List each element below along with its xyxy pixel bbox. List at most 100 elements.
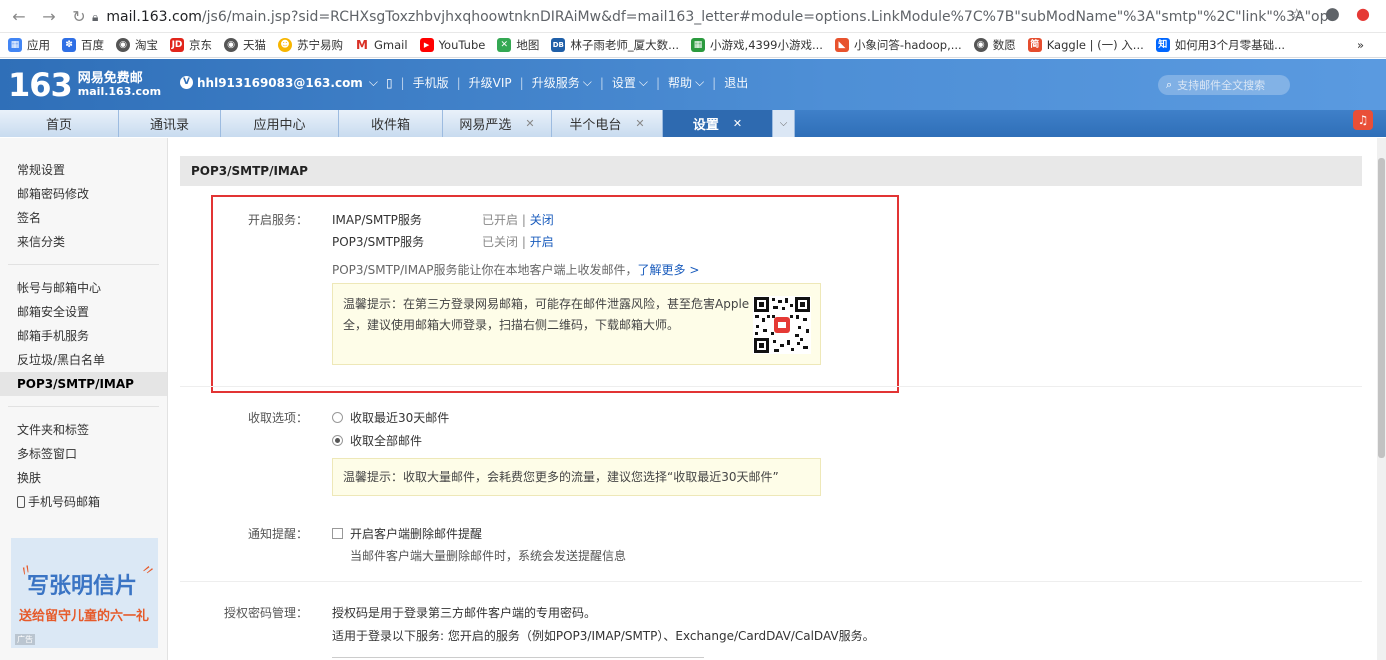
map-icon: ✕ (497, 38, 512, 52)
baidu-icon: ✽ (62, 38, 76, 52)
back-icon[interactable]: ← (8, 5, 30, 27)
pop3-service-state: 已关闭 | 开启 (482, 235, 554, 249)
jd-icon: JD (170, 38, 184, 52)
scrollbar[interactable] (1377, 138, 1386, 660)
tab-yanxuan[interactable]: 网易严选 ✕ (443, 110, 552, 137)
link-logout[interactable]: 退出 (724, 74, 748, 91)
imap-status: 已开启 (482, 213, 519, 227)
imap-service-name: IMAP/SMTP服务 (332, 213, 422, 227)
bookmark-taobao[interactable]: ◉ 淘宝 (116, 37, 158, 53)
youtube-icon: ▶ (419, 38, 434, 52)
music-icon[interactable]: ♫ (1353, 110, 1373, 130)
bookmark-tmall[interactable]: ◉ 天猫 (224, 37, 266, 53)
pop3-service-name: POP3/SMTP服务 (332, 235, 425, 249)
pop3-status: 已关闭 (482, 235, 519, 249)
tab-app-center[interactable]: 应用中心 (221, 110, 339, 137)
sidebar-item-phone-mailbox[interactable]: 手机号码邮箱 (0, 490, 167, 514)
tab-radio[interactable]: 半个电台 ✕ (552, 110, 663, 137)
browser-address-bar: ← → ↻ 🔒︎ mail.163.com/js6/main.jsp?sid=R… (0, 0, 1386, 33)
settings-sidebar: 常规设置 邮箱密码修改 签名 来信分类 帐号与邮箱中心 邮箱安全设置 邮箱手机服… (0, 138, 168, 660)
mail-header: 163 网易免费邮 mail.163.com V hhl913169083@163… (0, 59, 1386, 110)
checkbox-icon[interactable] (332, 528, 343, 539)
link-settings[interactable]: 设置 (612, 74, 636, 91)
bookmark-shuyuan[interactable]: ◉ 数愿 (973, 37, 1016, 53)
account-icon[interactable]: ● (1325, 4, 1340, 24)
search-icon: ⌕ (1166, 78, 1173, 91)
traffic-tip: 温馨提示：收取大量邮件，会耗费您更多的流量，建议您选择“收取最近30天邮件” (332, 458, 821, 496)
sidebar-item-password[interactable]: 邮箱密码修改 (0, 182, 167, 206)
sidebar-item-skin[interactable]: 换肤 (0, 466, 167, 490)
tab-settings[interactable]: 设置 ✕ (663, 110, 773, 137)
sidebar-item-antispam[interactable]: 反垃圾/黑白名单 (0, 348, 167, 372)
extension-icon[interactable]: ● (1356, 4, 1370, 23)
section-divider (180, 386, 1362, 387)
bookmark-jd[interactable]: JD 京东 (170, 37, 212, 53)
bookmark-4399[interactable]: ▦ 小游戏,4399小游戏... (691, 37, 823, 53)
bookmark-linziyu[interactable]: DB 林子雨老师_厦大数... (551, 37, 679, 53)
learn-more-link[interactable]: 了解更多 > (638, 263, 700, 277)
bookmark-kaggle[interactable]: 简 Kaggle | (一) 入... (1027, 37, 1144, 53)
sidebar-divider (8, 264, 159, 265)
scrollbar-thumb[interactable] (1378, 158, 1385, 458)
close-icon[interactable]: ✕ (635, 117, 644, 130)
link-upgrade-vip[interactable]: 升级VIP (469, 74, 512, 91)
notify-label: 通知提醒： (247, 527, 308, 541)
link-help[interactable]: 帮助 (668, 74, 692, 91)
close-icon[interactable]: ✕ (733, 117, 742, 130)
bookmark-zhihu[interactable]: 知如何用3个月零基础... (1155, 37, 1285, 53)
imap-close-link[interactable]: 关闭 (530, 213, 554, 227)
radio-selected-icon[interactable] (332, 435, 343, 446)
star-icon[interactable]: ☆ (1290, 5, 1303, 23)
xiaoxiang-icon: ◣ (834, 38, 849, 52)
sidebar-item-pop3[interactable]: POP3/SMTP/IMAP (0, 372, 167, 396)
service-description: POP3/SMTP/IMAP服务能让你在本地客户端上收发邮件，了解更多 > (332, 263, 700, 277)
auth-services: 适用于登录以下服务: 您开启的服务（例如POP3/IMAP/SMTP）、Exch… (332, 629, 875, 643)
promo-banner[interactable]: 〃 〃 写张明信片 送给留守儿童的六一礼 广告 (11, 538, 158, 648)
mobile-icon[interactable]: ▯ (386, 76, 393, 90)
sidebar-item-general[interactable]: 常规设置 (0, 158, 167, 182)
pop3-open-link[interactable]: 开启 (530, 235, 554, 249)
receive-option-30days[interactable]: 收取最近30天邮件 (332, 409, 449, 426)
sidebar-item-mobile-service[interactable]: 邮箱手机服务 (0, 324, 167, 348)
radio-icon[interactable] (332, 412, 343, 423)
link-upgrade-service[interactable]: 升级服务 (532, 74, 580, 91)
bookmark-baidu[interactable]: ✽ 百度 (62, 37, 104, 53)
bookmark-xiaoxiang[interactable]: ◣ 小象问答-hadoop,... (834, 37, 962, 53)
sidebar-item-multitab[interactable]: 多标签窗口 (0, 442, 167, 466)
globe-icon: ◉ (973, 38, 988, 52)
sidebar-item-account-center[interactable]: 帐号与邮箱中心 (0, 276, 167, 300)
reload-icon[interactable]: ↻ (68, 5, 90, 27)
bookmarks-more[interactable]: » (1357, 38, 1364, 52)
dblab-icon: DB (551, 38, 566, 52)
bookmark-youtube[interactable]: ▶ YouTube (419, 38, 485, 52)
close-icon[interactable]: ✕ (525, 117, 534, 130)
bookmark-gmail[interactable]: M Gmail (355, 38, 408, 52)
tab-inbox[interactable]: 收件箱 (339, 110, 443, 137)
sidebar-item-folders[interactable]: 文件夹和标签 (0, 418, 167, 442)
chevron-down-icon[interactable]: ⌵ (369, 75, 378, 90)
notify-delete-checkbox[interactable]: 开启客户端删除邮件提醒 (332, 525, 482, 542)
apps-icon: ▦ (8, 38, 22, 52)
zhihu-icon: 知 (1155, 38, 1170, 52)
notify-description: 当邮件客户端大量删除邮件时，系统会发送提醒信息 (350, 549, 627, 563)
decoration-icon: 〃 (137, 560, 158, 582)
forward-icon[interactable]: → (38, 5, 60, 27)
sidebar-item-filters[interactable]: 来信分类 (0, 230, 167, 254)
banner-title: 写张明信片 (27, 574, 138, 599)
user-email[interactable]: hhl913169083@163.com (197, 76, 363, 90)
tab-home[interactable]: 首页 (0, 110, 119, 137)
tab-contacts[interactable]: 通讯录 (119, 110, 221, 137)
sidebar-item-security[interactable]: 邮箱安全设置 (0, 300, 167, 324)
bookmark-apps[interactable]: ▦ 应用 (8, 37, 50, 53)
receive-option-all[interactable]: 收取全部邮件 (332, 432, 422, 449)
tab-dropdown-chevron-icon[interactable]: ⌵ (773, 110, 795, 137)
url-field[interactable]: 🔒︎ mail.163.com/js6/main.jsp?sid=RCHXsgT… (92, 6, 1332, 28)
security-tip: 温馨提示：在第三方登录网易邮箱，可能存在邮件泄露风险，甚至危害Apple ID安… (332, 283, 821, 365)
link-mobile[interactable]: 手机版 (413, 74, 449, 91)
sidebar-item-signature[interactable]: 签名 (0, 206, 167, 230)
bookmark-maps[interactable]: ✕ 地图 (497, 37, 539, 53)
page-title: POP3/SMTP/IMAP (180, 156, 1362, 186)
search-input[interactable]: ⌕ 支持邮件全文搜索 (1158, 75, 1290, 95)
logo[interactable]: 163 网易免费邮 mail.163.com (8, 66, 161, 104)
bookmark-suning[interactable]: ☻ 苏宁易购 (278, 37, 343, 53)
